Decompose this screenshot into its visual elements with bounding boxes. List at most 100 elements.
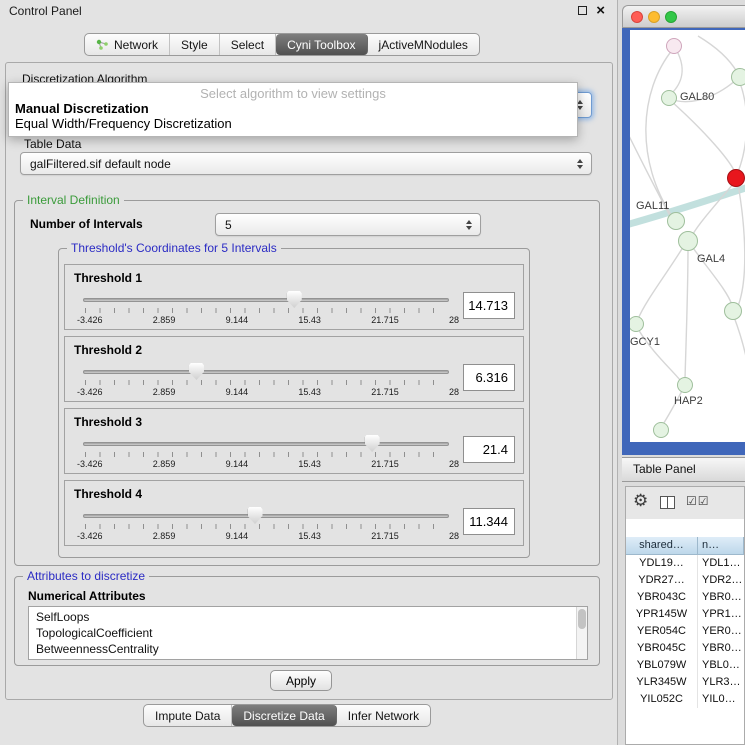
table-row[interactable]: YER054CYER0… xyxy=(626,623,744,640)
network-node[interactable] xyxy=(724,302,742,320)
slider-scale: -3.4262.8599.14415.4321.71528 xyxy=(77,531,459,541)
cell-shared-name: YBL079W xyxy=(626,657,698,674)
tab-network[interactable]: Network xyxy=(85,34,170,55)
slider-track[interactable] xyxy=(83,514,449,518)
table-row[interactable]: YDR27…YDR2… xyxy=(626,572,744,589)
table-row[interactable]: YBR043CYBR0… xyxy=(626,589,744,606)
scale-label: 2.859 xyxy=(153,387,176,397)
scale-label: 21.715 xyxy=(371,315,399,325)
columns-icon[interactable] xyxy=(660,496,675,509)
network-node[interactable] xyxy=(653,422,669,438)
slider-track[interactable] xyxy=(83,370,449,374)
network-window-titlebar xyxy=(622,5,745,28)
algorithm-option-equal-width[interactable]: Equal Width/Frequency Discretization xyxy=(9,116,577,131)
network-window: GAL80GAL11GAL4GCY1HAP2 xyxy=(622,5,745,455)
threshold-value-input[interactable]: 14.713 xyxy=(463,292,515,319)
scale-label: 9.144 xyxy=(226,531,249,541)
table-row[interactable]: YPR145WYPR1… xyxy=(626,606,744,623)
threshold-slider[interactable]: -3.4262.8599.14415.4321.71528 xyxy=(83,291,449,329)
select-rows-icons[interactable]: ☑☑ xyxy=(686,494,710,508)
network-node-gal80[interactable] xyxy=(661,90,677,106)
tab-infer-network[interactable]: Infer Network xyxy=(337,705,430,726)
apply-button[interactable]: Apply xyxy=(270,670,332,691)
slider-thumb[interactable] xyxy=(189,363,204,380)
scrollbar-thumb[interactable] xyxy=(578,609,586,629)
slider-thumb[interactable] xyxy=(248,507,263,524)
column-header-name[interactable]: n… xyxy=(698,537,744,555)
algorithm-option-manual[interactable]: Manual Discretization xyxy=(9,101,577,116)
threshold-slider[interactable]: -3.4262.8599.14415.4321.71528 xyxy=(83,507,449,545)
tab-impute-data[interactable]: Impute Data xyxy=(144,705,232,726)
cell-name: YBR0… xyxy=(698,640,744,657)
scale-label: 9.144 xyxy=(226,315,249,325)
threshold-label: Threshold 4 xyxy=(74,487,142,501)
settings-gear-icon[interactable]: ⚙ xyxy=(633,491,648,511)
threshold-panel: Threshold 3 21.4 -3.4262.8599.14415.4321… xyxy=(64,408,524,474)
combo-arrows-icon xyxy=(572,159,587,169)
column-header-shared-name[interactable]: shared… xyxy=(626,537,698,555)
tab-cyni-toolbox[interactable]: Cyni Toolbox xyxy=(276,34,367,55)
combo-arrows-icon xyxy=(461,220,476,230)
zoom-button[interactable] xyxy=(665,11,677,23)
scale-label: 28 xyxy=(449,315,459,325)
threshold-value-input[interactable]: 21.4 xyxy=(463,436,515,463)
tab-jactivemodules[interactable]: jActiveMNodules xyxy=(368,34,479,55)
slider-ticks xyxy=(85,308,447,313)
num-intervals-select[interactable]: 5 xyxy=(215,213,481,236)
network-node[interactable] xyxy=(727,169,745,187)
attribute-item[interactable]: BetweennessCentrality xyxy=(29,641,587,657)
attributes-group-title: Attributes to discretize xyxy=(23,569,149,583)
tab-label: Discretize Data xyxy=(243,709,324,723)
network-node-gal4[interactable] xyxy=(678,231,698,251)
scale-label: 2.859 xyxy=(153,459,176,469)
scale-label: 2.859 xyxy=(153,531,176,541)
scale-label: -3.426 xyxy=(77,531,103,541)
scale-label: -3.426 xyxy=(77,315,103,325)
scale-label: -3.426 xyxy=(77,387,103,397)
network-node-hap2[interactable] xyxy=(677,377,693,393)
close-window-icon[interactable]: × xyxy=(596,5,605,16)
threshold-value-input[interactable]: 11.344 xyxy=(463,508,515,535)
table-row[interactable]: YBR045CYBR0… xyxy=(626,640,744,657)
network-node[interactable] xyxy=(666,38,682,54)
attribute-item[interactable]: TopologicalCoefficient xyxy=(29,625,587,641)
node-label: GAL80 xyxy=(680,91,714,103)
slider-track[interactable] xyxy=(83,442,449,446)
float-window-icon[interactable] xyxy=(578,6,587,15)
attribute-item[interactable]: SelfLoops xyxy=(29,609,587,625)
threshold-slider[interactable]: -3.4262.8599.14415.4321.71528 xyxy=(83,363,449,401)
network-canvas[interactable]: GAL80GAL11GAL4GCY1HAP2 xyxy=(630,30,745,442)
slider-thumb[interactable] xyxy=(287,291,302,308)
slider-thumb[interactable] xyxy=(365,435,380,452)
table-row[interactable]: YIL052CYIL0… xyxy=(626,691,744,708)
thresholds-group-title: Threshold's Coordinates for 5 Intervals xyxy=(67,241,281,255)
threshold-panel: Threshold 4 11.344 -3.426 2.859 9.144 15.43… xyxy=(64,480,524,546)
threshold-slider[interactable]: -3.4262.8599.14415.4321.71528 xyxy=(83,435,449,473)
list-scrollbar[interactable] xyxy=(576,607,587,659)
algorithm-popup: Select algorithm to view settings Manual… xyxy=(8,82,578,137)
scale-label: 15.43 xyxy=(298,531,321,541)
slider-ticks xyxy=(85,524,447,529)
tab-style[interactable]: Style xyxy=(170,34,220,55)
cell-shared-name: YER054C xyxy=(626,623,698,640)
tab-discretize-data[interactable]: Discretize Data xyxy=(232,705,336,726)
threshold-value-input[interactable]: 6.316 xyxy=(463,364,515,391)
cell-name: YIL0… xyxy=(698,691,744,708)
network-node-gal11[interactable] xyxy=(667,212,685,230)
tab-select[interactable]: Select xyxy=(220,34,276,55)
table-row[interactable]: YLR345WYLR3… xyxy=(626,674,744,691)
table-row[interactable]: YDL19…YDL1… xyxy=(626,555,744,572)
slider-track[interactable] xyxy=(83,298,449,302)
table-data-select[interactable]: galFiltered.sif default node xyxy=(20,152,592,175)
network-node[interactable] xyxy=(731,68,745,86)
close-button[interactable] xyxy=(631,11,643,23)
table-panel-header: Table Panel xyxy=(622,457,745,482)
minimize-button[interactable] xyxy=(648,11,660,23)
cell-shared-name: YIL052C xyxy=(626,691,698,708)
table-row[interactable]: YBL079WYBL0… xyxy=(626,657,744,674)
cell-shared-name: YPR145W xyxy=(626,606,698,623)
cell-name: YBL0… xyxy=(698,657,744,674)
tab-label: Network xyxy=(114,38,158,52)
control-panel-tabs: Network Style Select Cyni Toolbox jActiv… xyxy=(84,33,480,56)
scale-label: 21.715 xyxy=(371,387,399,397)
